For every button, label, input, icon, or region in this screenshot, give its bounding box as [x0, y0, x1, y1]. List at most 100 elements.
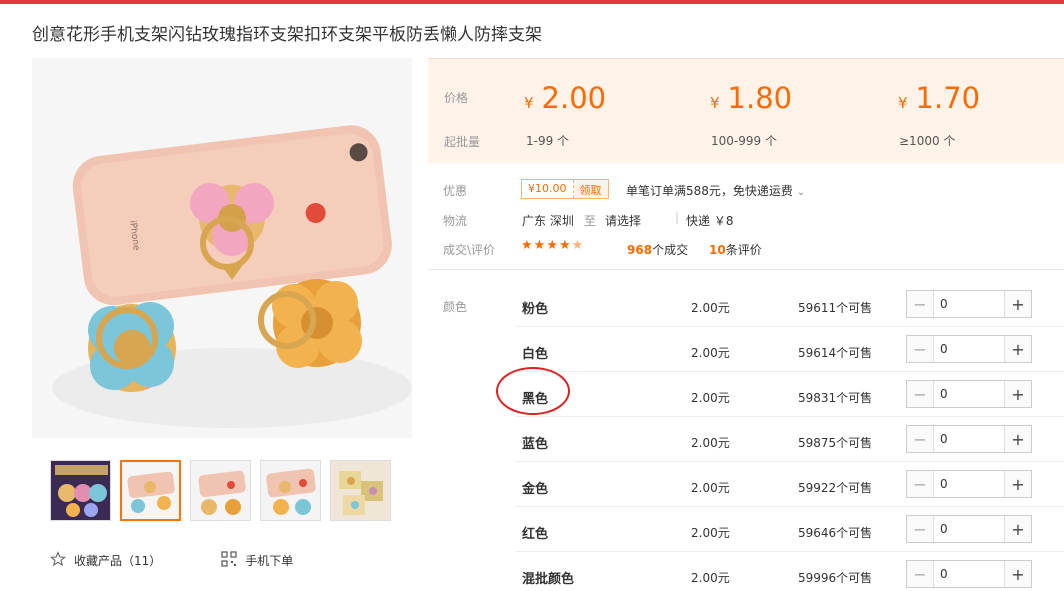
price-tier-3-value: 1.70 — [915, 81, 981, 115]
moq-tier-3: ≥1000 个 — [899, 134, 956, 148]
free-shipping-note[interactable]: 单笔订单满588元，免快递运费 ⌄ — [626, 182, 805, 199]
thumbnail-4-image — [261, 461, 320, 520]
moq-label: 起批量 — [444, 135, 481, 149]
quantity-input[interactable] — [934, 561, 994, 587]
quantity-input[interactable] — [934, 516, 994, 542]
thumbnail-3[interactable] — [190, 460, 251, 521]
product-title: 创意花形手机支架闪钻玫瑰指环支架扣环支架平板防丢懒人防摔支架 — [32, 25, 542, 45]
sku-row: 粉色 2.00元 59611个可售 − + — [515, 282, 1064, 327]
price-tier-1-value: 2.00 — [541, 81, 607, 115]
separator: | — [675, 210, 680, 224]
quantity-stepper: − + — [906, 335, 1032, 363]
coupon-amount: ¥10.00 — [522, 180, 574, 198]
review-count[interactable]: 10条评价 — [709, 241, 762, 258]
sku-name: 红色 — [522, 527, 549, 542]
price-tier-2-value: 1.80 — [727, 81, 793, 115]
thumbnail-4[interactable] — [260, 460, 321, 521]
thumbnail-3-image — [191, 461, 250, 520]
thumbnail-1[interactable] — [50, 460, 111, 521]
sku-row: 红色 2.00元 59646个可售 − + — [515, 507, 1064, 552]
thumbnail-2[interactable] — [120, 460, 181, 521]
sku-row: 白色 2.00元 59614个可售 − + — [515, 327, 1064, 372]
claim-coupon-button[interactable]: 领取 — [573, 180, 608, 198]
review-suffix: 条评价 — [725, 243, 762, 257]
quantity-input[interactable] — [934, 336, 994, 362]
thumbnail-2-image — [122, 462, 179, 519]
mobile-order-button[interactable]: 手机下单 — [221, 551, 293, 570]
favorite-label: 收藏产品（11） — [74, 554, 162, 568]
sku-stock: 59922个可售 — [798, 481, 873, 495]
quantity-input[interactable] — [934, 471, 994, 497]
sku-price: 2.00元 — [691, 571, 730, 585]
quantity-stepper: − + — [906, 290, 1032, 318]
top-accent-bar — [0, 0, 1064, 4]
sku-price: 2.00元 — [691, 526, 730, 540]
decrease-button[interactable]: − — [907, 426, 934, 452]
decrease-button[interactable]: − — [907, 381, 934, 407]
ship-to-word: 至 — [584, 214, 597, 228]
decrease-button[interactable]: − — [907, 561, 934, 587]
price-tier-3: ¥1.70 — [898, 81, 980, 115]
decrease-button[interactable]: − — [907, 471, 934, 497]
increase-button[interactable]: + — [1004, 291, 1031, 317]
deals-number: 968 — [627, 243, 653, 257]
increase-button[interactable]: + — [1004, 336, 1031, 362]
sku-stock: 59831个可售 — [798, 391, 873, 405]
decrease-button[interactable]: − — [907, 336, 934, 362]
increase-button[interactable]: + — [1004, 561, 1031, 587]
star-icon: ★ — [558, 238, 572, 253]
quantity-stepper: − + — [906, 380, 1032, 408]
rating-stars: ★★★★★ — [521, 238, 584, 253]
decrease-button[interactable]: − — [907, 516, 934, 542]
thumbnail-1-image — [51, 461, 110, 520]
quantity-input[interactable] — [934, 381, 994, 407]
sku-name: 白色 — [522, 347, 549, 362]
sku-name: 混批颜色 — [522, 572, 575, 587]
sku-row: 黑色 2.00元 59831个可售 − + — [515, 372, 1064, 417]
sku-row: 蓝色 2.00元 59875个可售 − + — [515, 417, 1064, 462]
currency-symbol: ¥ — [898, 94, 908, 112]
moq-tier-2: 100-999 个 — [711, 134, 777, 148]
half-star-icon: ★ — [571, 238, 585, 253]
price-tier-1: ¥2.00 — [524, 81, 606, 115]
quantity-stepper: − + — [906, 470, 1032, 498]
sku-name: 蓝色 — [522, 437, 549, 452]
favorite-button[interactable]: 收藏产品（11） — [49, 551, 162, 570]
moq-tier-1: 1-99 个 — [526, 134, 570, 148]
sku-name: 粉色 — [522, 302, 549, 317]
mobile-order-label: 手机下单 — [245, 554, 294, 568]
quantity-input[interactable] — [934, 291, 994, 317]
sku-price: 2.00元 — [691, 391, 730, 405]
coupon-badge: ¥10.00 领取 — [521, 179, 609, 199]
sku-row: 金色 2.00元 59922个可售 − + — [515, 462, 1064, 507]
quantity-stepper: − + — [906, 560, 1032, 588]
sku-price: 2.00元 — [691, 346, 730, 360]
promo-label: 优惠 — [443, 184, 468, 198]
thumbnail-strip — [50, 460, 391, 521]
color-label: 颜色 — [443, 300, 468, 314]
price-panel: 价格 起批量 ¥2.00 ¥1.80 ¥1.70 1-99 个 100-999 … — [428, 58, 1064, 163]
increase-button[interactable]: + — [1004, 516, 1031, 542]
increase-button[interactable]: + — [1004, 471, 1031, 497]
quantity-stepper: − + — [906, 425, 1032, 453]
star-icon: ★ — [533, 238, 547, 253]
sku-stock: 59996个可售 — [798, 571, 873, 585]
thumbnail-5[interactable] — [330, 460, 391, 521]
destination-select[interactable]: 请选择 — [605, 212, 641, 229]
logistics-label: 物流 — [443, 214, 468, 228]
currency-symbol: ¥ — [710, 94, 720, 112]
increase-button[interactable]: + — [1004, 381, 1031, 407]
sku-price: 2.00元 — [691, 436, 730, 450]
deals-count[interactable]: 968个成交 — [627, 241, 688, 258]
main-product-image[interactable]: iPhone — [32, 58, 412, 438]
quantity-stepper: − + — [906, 515, 1032, 543]
product-actions: 收藏产品（11） 手机下单 — [49, 551, 293, 570]
thumbnail-5-image — [331, 461, 390, 520]
decrease-button[interactable]: − — [907, 291, 934, 317]
increase-button[interactable]: + — [1004, 426, 1031, 452]
price-label: 价格 — [444, 91, 469, 105]
sku-row: 混批颜色 2.00元 59996个可售 − + — [515, 552, 1064, 591]
chevron-down-icon: ⌄ — [796, 187, 806, 198]
deals-suffix: 个成交 — [652, 243, 689, 257]
quantity-input[interactable] — [934, 426, 994, 452]
